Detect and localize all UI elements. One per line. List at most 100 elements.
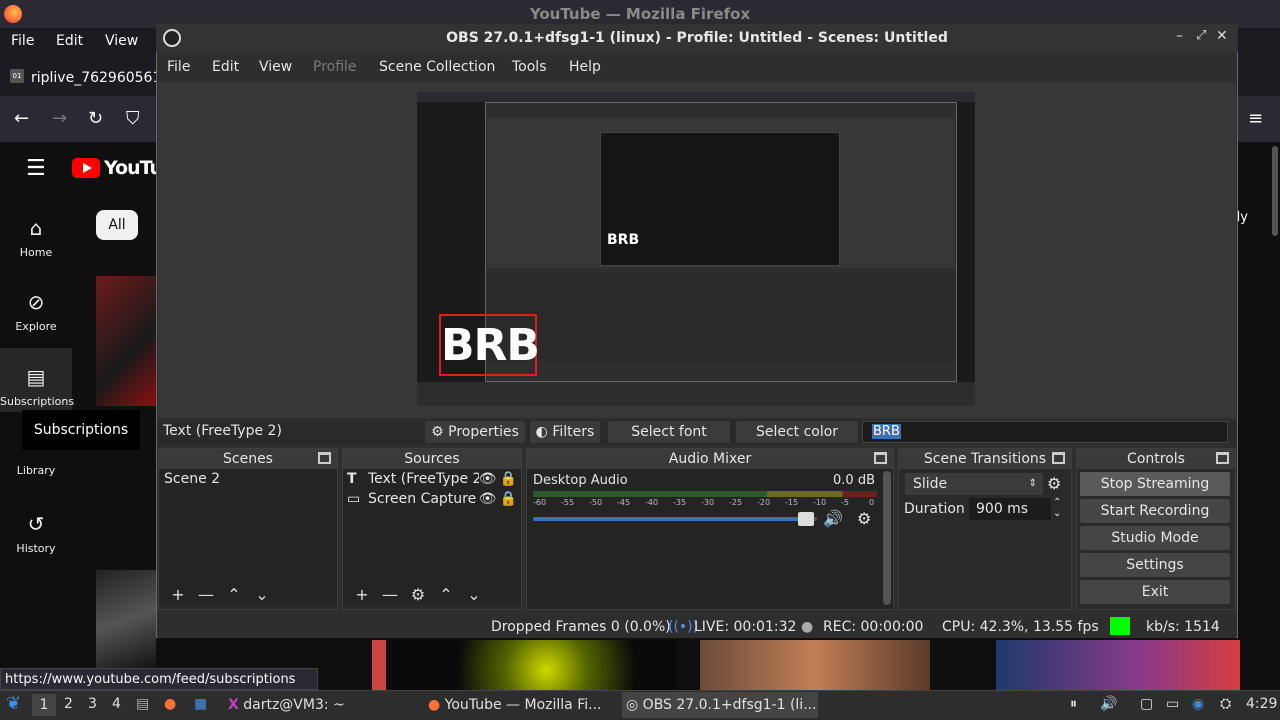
lock-icon[interactable]: 🔒 xyxy=(500,471,517,487)
speaker-icon[interactable]: 🔊 xyxy=(823,509,843,528)
terminal-launcher-icon[interactable]: ■ xyxy=(194,696,207,712)
yt-sidebar-home[interactable]: ⌂ Home xyxy=(0,216,72,259)
network-icon[interactable]: ⛭ xyxy=(1220,696,1231,712)
yt-menu-icon[interactable]: ☰ xyxy=(26,156,46,181)
gear-icon[interactable]: ⚙ xyxy=(407,585,429,604)
properties-button[interactable]: ⚙ Properties xyxy=(425,421,525,443)
ff-menu-view[interactable]: View xyxy=(105,33,138,49)
notification-icon[interactable]: ◉ xyxy=(1192,696,1204,712)
start-recording-button[interactable]: Start Recording xyxy=(1080,499,1230,523)
remove-icon[interactable]: — xyxy=(379,585,401,604)
status-link-url: https://www.youtube.com/feed/subscriptio… xyxy=(0,668,318,690)
duration-stepper-icon[interactable]: ⌃ ⌄ xyxy=(1053,497,1061,519)
exit-button[interactable]: Exit xyxy=(1080,580,1230,604)
ff-menu-file[interactable]: File xyxy=(11,33,34,49)
eye-icon[interactable]: 👁 xyxy=(479,491,500,507)
firefox-icon: ● xyxy=(428,697,441,713)
taskbar-window-firefox[interactable]: ● YouTube — Mozilla Fi... xyxy=(424,692,616,718)
workspace-2[interactable]: 2 xyxy=(64,696,73,712)
add-icon[interactable]: + xyxy=(351,585,373,604)
video-thumbnail[interactable] xyxy=(387,640,677,690)
obs-menu-file[interactable]: File xyxy=(167,59,190,75)
duration-input[interactable]: 900 ms xyxy=(969,498,1051,520)
firefox-tab[interactable]: riplive_762960561 xyxy=(31,70,161,86)
move-down-icon[interactable]: ⌄ xyxy=(251,585,273,604)
text-source-icon: T xyxy=(347,471,357,487)
shield-icon[interactable]: ⛉ xyxy=(126,108,140,129)
select-color-button[interactable]: Select color xyxy=(736,421,858,443)
minimize-icon[interactable]: – xyxy=(1176,28,1183,44)
chip-all[interactable]: All xyxy=(96,210,138,240)
yt-sidebar-library[interactable]: Library xyxy=(0,464,72,477)
undock-icon[interactable] xyxy=(318,452,331,464)
start-menu-icon[interactable]: ❦ xyxy=(6,693,21,714)
source-item[interactable]: ▭ Screen Capture 👁 🔒 xyxy=(343,489,521,509)
close-icon[interactable]: ✕ xyxy=(1216,28,1228,44)
filters-button[interactable]: ◐ Filters xyxy=(530,421,600,443)
select-font-button[interactable]: Select font xyxy=(608,421,730,443)
video-thumbnail[interactable] xyxy=(372,640,386,690)
meter-tick-label: -55 xyxy=(561,498,575,507)
move-up-icon[interactable]: ⌃ xyxy=(223,585,245,604)
video-thumbnail[interactable] xyxy=(700,640,930,690)
eye-icon[interactable]: 👁 xyxy=(479,471,500,487)
live-time: LIVE: 00:01:32 xyxy=(694,619,797,635)
meter-tick-label: 0 xyxy=(869,498,875,507)
transition-select[interactable]: Slide ⇕ xyxy=(905,473,1043,495)
firefox-launcher-icon[interactable]: ● xyxy=(164,696,176,712)
lock-icon[interactable]: 🔒 xyxy=(500,491,517,507)
workspace-4[interactable]: 4 xyxy=(112,696,121,712)
studio-mode-button[interactable]: Studio Mode xyxy=(1080,526,1230,550)
scene-item[interactable]: Scene 2 xyxy=(159,469,337,489)
controls-header: Controls xyxy=(1127,451,1185,467)
taskbar-window-obs[interactable]: ◎ OBS 27.0.1+dfsg1-1 (li... xyxy=(622,692,818,718)
tab-favicon-icon: 01 xyxy=(10,69,24,83)
reload-icon[interactable]: ↻ xyxy=(88,108,103,129)
gear-icon[interactable]: ⚙ xyxy=(1047,474,1061,493)
obs-menu-view[interactable]: View xyxy=(259,59,292,75)
meter-tick-label: -35 xyxy=(673,498,687,507)
stop-streaming-button[interactable]: Stop Streaming xyxy=(1080,472,1230,496)
ff-menu-edit[interactable]: Edit xyxy=(56,33,83,49)
obs-menu-scene-collection[interactable]: Scene Collection xyxy=(379,59,495,75)
mixer-scrollbar[interactable] xyxy=(883,471,891,605)
workspace-3[interactable]: 3 xyxy=(88,696,97,712)
hamburger-menu-icon[interactable]: ≡ xyxy=(1248,108,1263,129)
source-item[interactable]: T Text (FreeType 2) 👁 🔒 xyxy=(343,469,521,489)
youtube-play-icon xyxy=(72,158,100,178)
settings-button[interactable]: Settings xyxy=(1080,553,1230,577)
pause-icon[interactable]: ⏸ xyxy=(1070,696,1077,712)
obs-menu-edit[interactable]: Edit xyxy=(212,59,239,75)
text-input[interactable]: BRB xyxy=(862,421,1228,443)
clipboard-icon[interactable]: ▢ xyxy=(1140,696,1153,712)
obs-menu-help[interactable]: Help xyxy=(569,59,601,75)
move-up-icon[interactable]: ⌃ xyxy=(435,585,457,604)
yt-sidebar-history[interactable]: ↺ History xyxy=(0,512,72,555)
back-icon[interactable]: ← xyxy=(14,108,29,129)
video-thumbnail[interactable] xyxy=(96,570,156,670)
undock-icon[interactable] xyxy=(874,452,887,464)
video-thumbnail[interactable] xyxy=(996,640,1240,690)
volume-slider[interactable] xyxy=(533,512,817,526)
move-down-icon[interactable]: ⌄ xyxy=(463,585,485,604)
yt-sidebar-explore[interactable]: ⊘ Explore xyxy=(0,290,72,333)
volume-icon[interactable]: 🔊 xyxy=(1100,696,1117,712)
gear-icon[interactable]: ⚙ xyxy=(857,509,871,528)
remove-icon[interactable]: — xyxy=(195,585,217,604)
obs-menu-tools[interactable]: Tools xyxy=(512,59,547,75)
scenes-header: Scenes xyxy=(223,451,273,467)
forward-icon[interactable]: → xyxy=(52,108,67,129)
preview-canvas[interactable]: BRB BRB xyxy=(417,92,975,406)
taskbar-window-terminal[interactable]: X dartz@VM3: ~ xyxy=(224,692,414,718)
page-scrollbar[interactable] xyxy=(1272,146,1278,236)
video-thumbnail[interactable] xyxy=(96,276,156,406)
display-icon[interactable]: ▭ xyxy=(1166,696,1179,712)
obs-menu-profile[interactable]: Profile xyxy=(313,59,357,75)
undock-icon[interactable] xyxy=(1216,452,1229,464)
undock-icon[interactable] xyxy=(1052,452,1065,464)
file-manager-icon[interactable]: ▤ xyxy=(136,696,149,712)
add-icon[interactable]: + xyxy=(167,585,189,604)
workspace-1[interactable]: 1 xyxy=(32,694,56,716)
restore-icon[interactable]: ⤢ xyxy=(1196,28,1206,43)
yt-sidebar-subscriptions[interactable]: ▤ Subscriptions xyxy=(0,365,74,408)
